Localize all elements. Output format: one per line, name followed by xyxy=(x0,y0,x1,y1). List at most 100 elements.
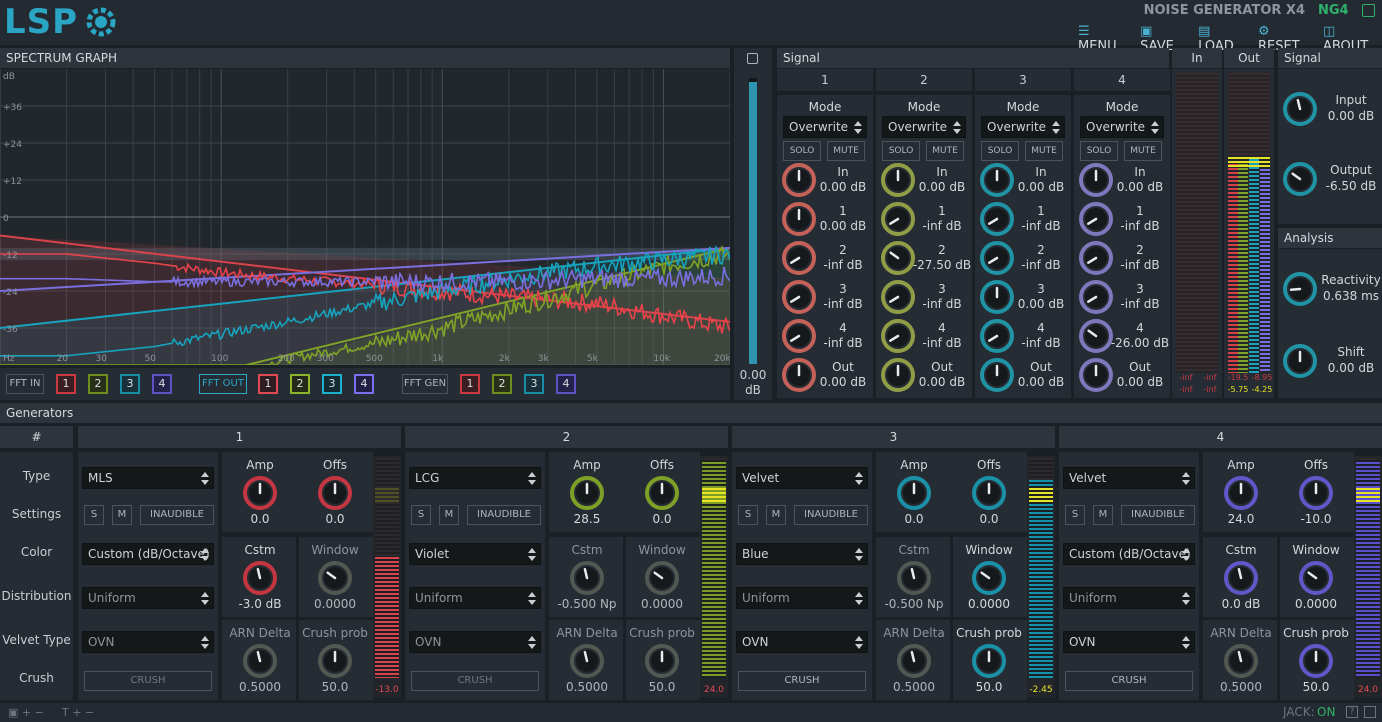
output-knob[interactable] xyxy=(1283,162,1317,200)
shift-knob[interactable] xyxy=(1283,344,1317,382)
knob-icon[interactable] xyxy=(570,644,604,678)
knob-icon[interactable] xyxy=(782,163,816,197)
type-select-3[interactable]: Velvet xyxy=(736,467,868,489)
knob-icon[interactable] xyxy=(972,644,1006,678)
mix-knob-2-0[interactable] xyxy=(881,163,915,201)
solo-button-3[interactable]: SOLO xyxy=(981,141,1019,161)
fft-out-3-button[interactable]: 3 xyxy=(322,374,342,394)
type-select-2[interactable]: LCG xyxy=(409,467,541,489)
fft-out-4-button[interactable]: 4 xyxy=(354,374,374,394)
fft-gen-1-button[interactable]: 1 xyxy=(460,374,480,394)
mix-knob-4-0[interactable] xyxy=(1079,163,1113,201)
knob-icon[interactable] xyxy=(1224,476,1258,510)
about-button[interactable]: ◫ ABOUT xyxy=(1323,24,1382,54)
gen-solo-button-2[interactable]: S xyxy=(411,505,431,525)
mix-knob-2-5[interactable] xyxy=(881,358,915,396)
knob-icon[interactable] xyxy=(1079,163,1113,197)
knob-icon[interactable] xyxy=(1283,162,1317,196)
mute-button-3[interactable]: MUTE xyxy=(1025,141,1063,161)
load-button[interactable]: ▤ LOAD xyxy=(1198,24,1248,54)
velvet-type-select-2[interactable]: OVN xyxy=(409,631,541,653)
velvet-type-select-1[interactable]: OVN xyxy=(82,631,214,653)
knob-icon[interactable] xyxy=(881,280,915,314)
power-icon[interactable] xyxy=(1362,4,1375,17)
knob-icon[interactable] xyxy=(1079,202,1113,236)
knob-icon[interactable] xyxy=(980,319,1014,353)
gen-arn-knob-4[interactable] xyxy=(1224,644,1258,682)
fft-out-1-button[interactable]: 1 xyxy=(258,374,278,394)
gen-mute-button-1[interactable]: M xyxy=(112,505,132,525)
gen-arn-knob-1[interactable] xyxy=(243,644,277,682)
crush-button-4[interactable]: CRUSH xyxy=(1065,671,1193,691)
gen-window-knob-3[interactable] xyxy=(972,561,1006,599)
knob-icon[interactable] xyxy=(318,476,352,510)
knob-icon[interactable] xyxy=(782,280,816,314)
mix-knob-1-3[interactable] xyxy=(782,280,816,318)
mix-knob-4-3[interactable] xyxy=(1079,280,1113,318)
input-knob[interactable] xyxy=(1283,92,1317,130)
mix-knob-4-2[interactable] xyxy=(1079,241,1113,279)
solo-button-2[interactable]: SOLO xyxy=(882,141,920,161)
mode-select-2[interactable]: Overwrite xyxy=(882,116,966,138)
mix-knob-1-2[interactable] xyxy=(782,241,816,279)
knob-icon[interactable] xyxy=(1283,92,1317,126)
solo-button-1[interactable]: SOLO xyxy=(783,141,821,161)
mode-select-4[interactable]: Overwrite xyxy=(1080,116,1164,138)
knob-icon[interactable] xyxy=(1299,561,1333,595)
knob-icon[interactable] xyxy=(570,561,604,595)
knob-icon[interactable] xyxy=(980,163,1014,197)
gen-cstm-knob-1[interactable] xyxy=(243,561,277,599)
knob-icon[interactable] xyxy=(243,476,277,510)
knob-icon[interactable] xyxy=(897,644,931,678)
mix-knob-1-4[interactable] xyxy=(782,319,816,357)
mix-knob-3-3[interactable] xyxy=(980,280,1014,318)
mix-knob-3-2[interactable] xyxy=(980,241,1014,279)
gen-window-knob-1[interactable] xyxy=(318,561,352,599)
gen-arn-knob-3[interactable] xyxy=(897,644,931,682)
mix-knob-1-0[interactable] xyxy=(782,163,816,201)
knob-icon[interactable] xyxy=(1283,272,1317,306)
knob-icon[interactable] xyxy=(1299,644,1333,678)
knob-icon[interactable] xyxy=(980,241,1014,275)
fft-in-button[interactable]: FFT IN xyxy=(6,374,44,394)
knob-icon[interactable] xyxy=(897,561,931,595)
inaudible-button-4[interactable]: INAUDIBLE xyxy=(1121,505,1195,525)
mute-button-1[interactable]: MUTE xyxy=(827,141,865,161)
gen-offs-knob-3[interactable] xyxy=(972,476,1006,514)
gen-amp-knob-1[interactable] xyxy=(243,476,277,514)
gen-solo-button-3[interactable]: S xyxy=(738,505,758,525)
fft-out-2-button[interactable]: 2 xyxy=(290,374,310,394)
mute-button-4[interactable]: MUTE xyxy=(1124,141,1162,161)
mix-knob-4-1[interactable] xyxy=(1079,202,1113,240)
knob-icon[interactable] xyxy=(782,202,816,236)
spectrum-graph[interactable]: dB +36 +24 +12 0 -12 -24 -36 Hz 20 30 50 100 200 300 50… xyxy=(0,69,731,366)
distribution-select-4[interactable]: Uniform xyxy=(1063,587,1195,609)
knob-icon[interactable] xyxy=(980,202,1014,236)
color-select-1[interactable]: Custom (dB/Octave) xyxy=(82,543,214,565)
knob-icon[interactable] xyxy=(1079,358,1113,392)
knob-icon[interactable] xyxy=(1079,319,1113,353)
mix-knob-4-4[interactable] xyxy=(1079,319,1113,357)
color-select-4[interactable]: Custom (dB/Octave) xyxy=(1063,543,1195,565)
gen-cprob-knob-1[interactable] xyxy=(318,644,352,682)
distribution-select-3[interactable]: Uniform xyxy=(736,587,868,609)
knob-icon[interactable] xyxy=(243,644,277,678)
knob-icon[interactable] xyxy=(881,163,915,197)
knob-icon[interactable] xyxy=(980,280,1014,314)
crush-button-1[interactable]: CRUSH xyxy=(84,671,212,691)
gen-mute-button-4[interactable]: M xyxy=(1093,505,1113,525)
gen-arn-knob-2[interactable] xyxy=(570,644,604,682)
mix-knob-3-0[interactable] xyxy=(980,163,1014,201)
gen-amp-knob-4[interactable] xyxy=(1224,476,1258,514)
mix-knob-3-4[interactable] xyxy=(980,319,1014,357)
knob-icon[interactable] xyxy=(980,358,1014,392)
gen-window-knob-4[interactable] xyxy=(1299,561,1333,599)
knob-icon[interactable] xyxy=(881,202,915,236)
mix-knob-2-2[interactable] xyxy=(881,241,915,279)
knob-icon[interactable] xyxy=(1079,280,1113,314)
velvet-type-select-4[interactable]: OVN xyxy=(1063,631,1195,653)
knob-icon[interactable] xyxy=(1224,561,1258,595)
inaudible-button-1[interactable]: INAUDIBLE xyxy=(140,505,214,525)
gen-offs-knob-2[interactable] xyxy=(645,476,679,514)
reset-button[interactable]: ⚙ RESET xyxy=(1258,24,1313,54)
